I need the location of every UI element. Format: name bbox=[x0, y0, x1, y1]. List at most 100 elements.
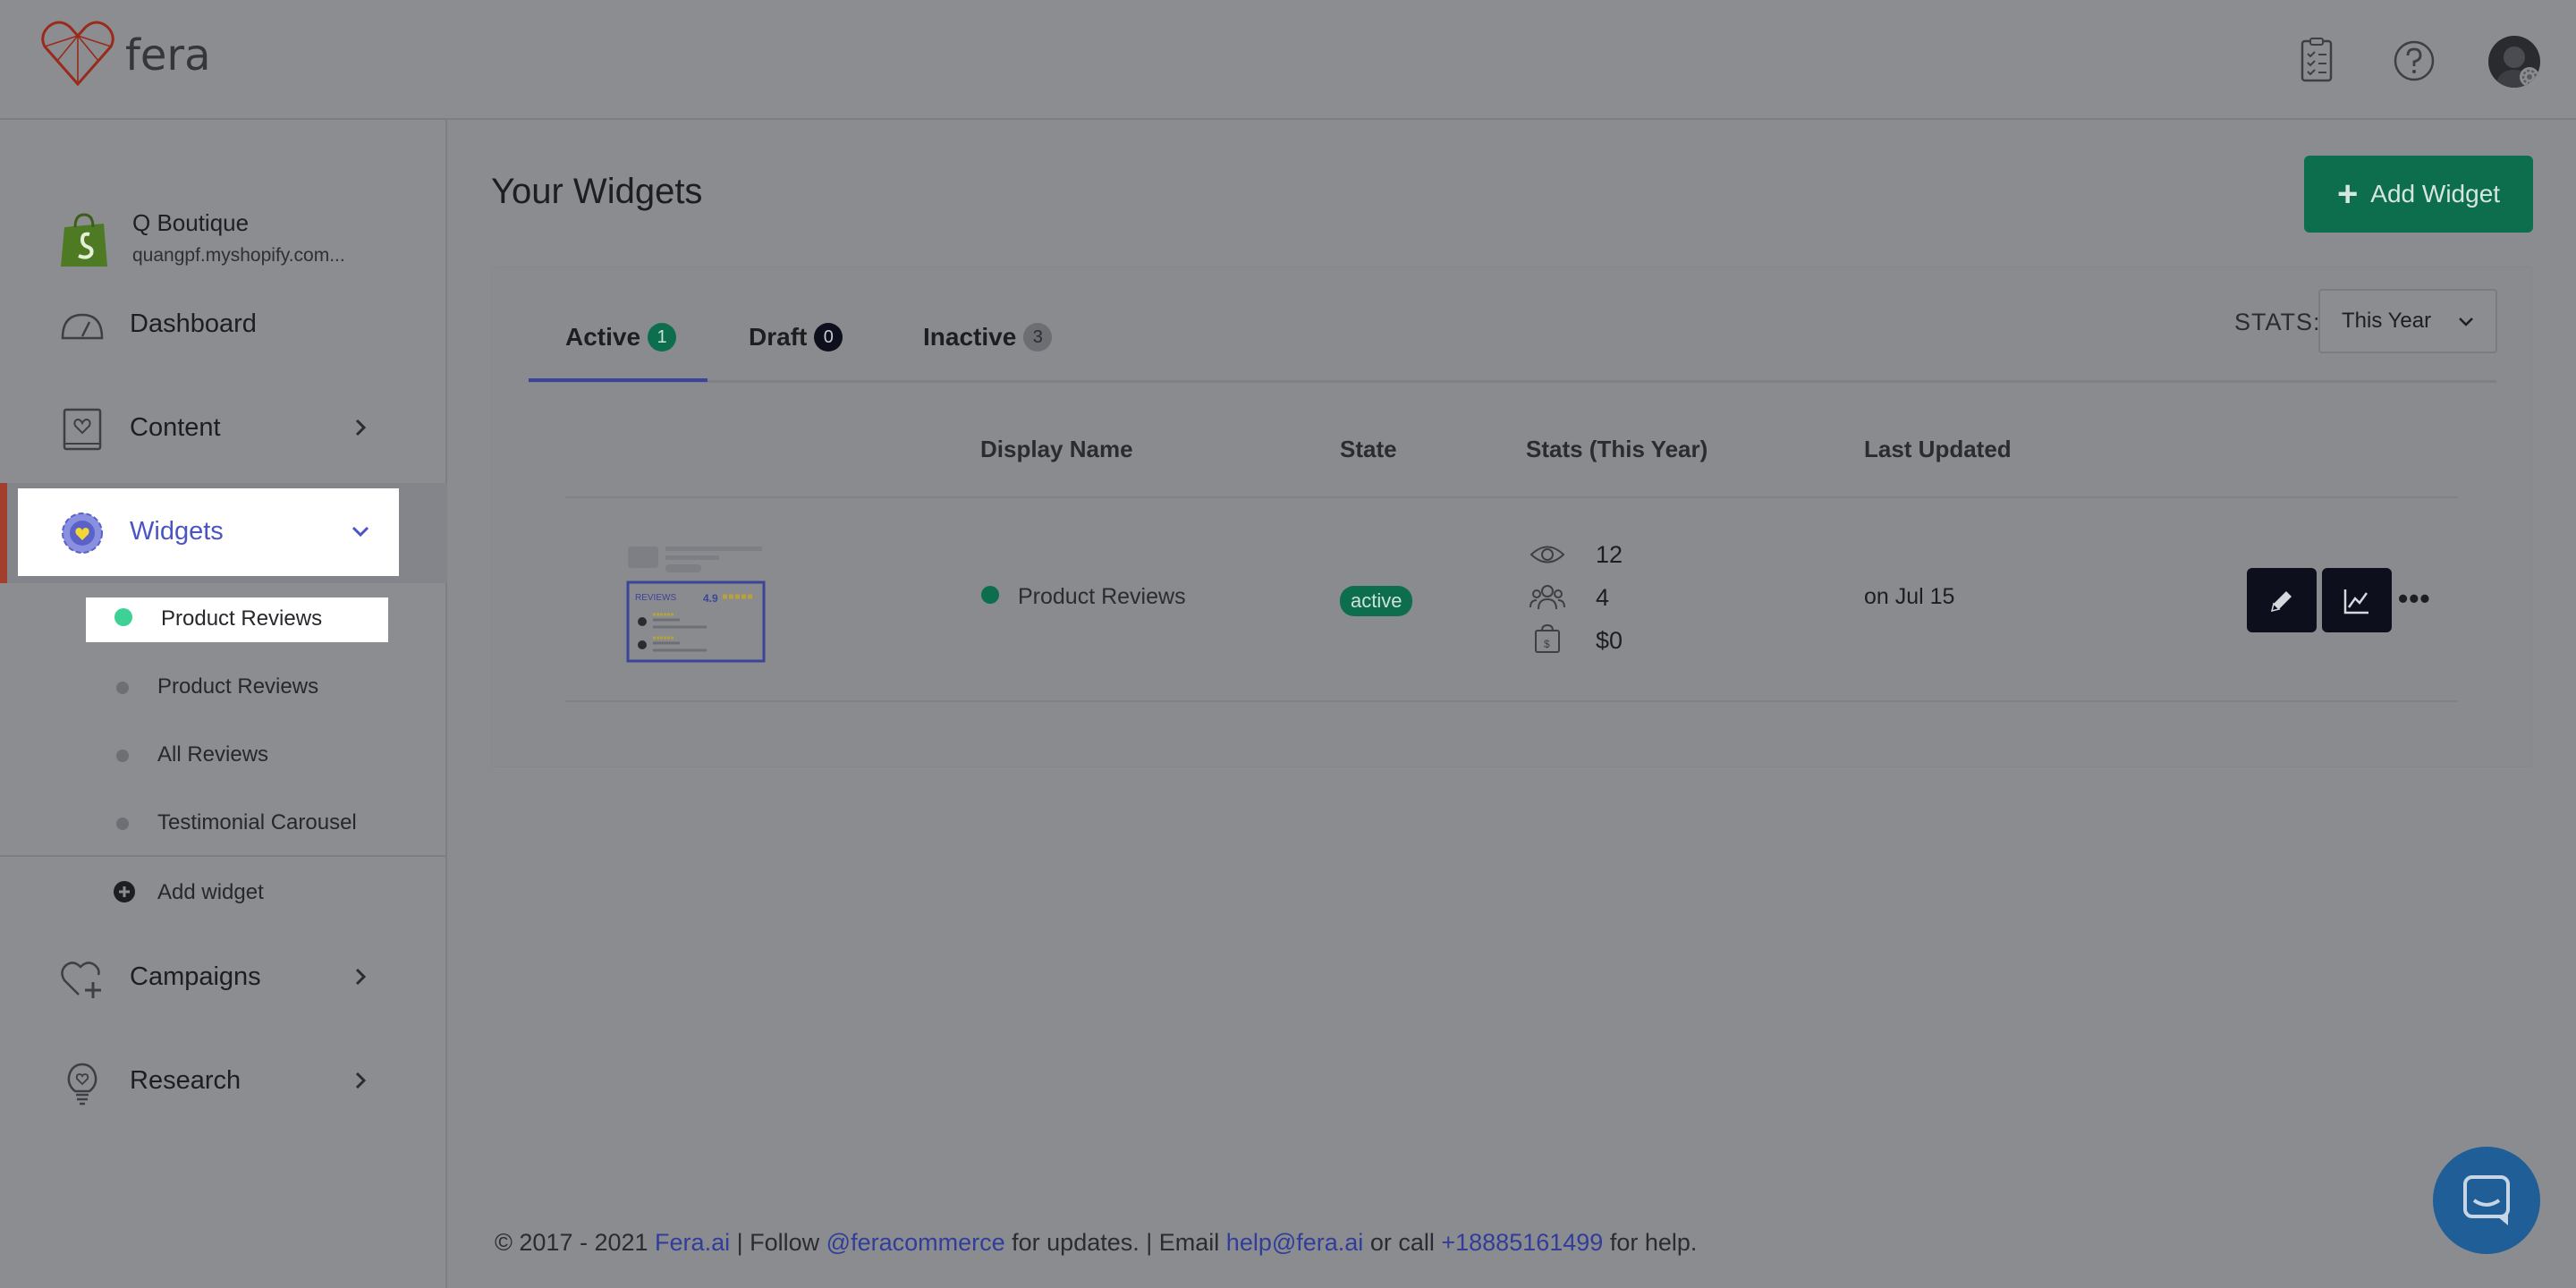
status-dot bbox=[114, 608, 132, 626]
widget-thumbnail[interactable]: REVIEWS 4.9 bbox=[626, 541, 769, 663]
sidebar-widget-all-reviews[interactable]: All Reviews bbox=[0, 733, 447, 778]
brand-name[interactable]: fera bbox=[125, 30, 211, 80]
nav-content[interactable]: Content bbox=[0, 385, 447, 472]
nav-active-indicator bbox=[0, 483, 7, 583]
stat-visitors: 4 bbox=[1596, 584, 1610, 611]
active-tab-underline bbox=[529, 378, 708, 382]
views-eye-icon bbox=[1530, 546, 1565, 564]
sidebar-divider bbox=[0, 855, 447, 857]
widgets-card: Active 1 Draft 0 Inactive 3 STATS: This … bbox=[491, 267, 2532, 767]
tab-count-badge: 3 bbox=[1023, 323, 1053, 352]
research-lightbulb-icon bbox=[67, 1063, 97, 1106]
checklist-icon[interactable] bbox=[2292, 36, 2342, 86]
footer-follow-text: | Follow bbox=[736, 1229, 820, 1256]
chevron-down-icon bbox=[2459, 318, 2473, 326]
help-icon[interactable] bbox=[2389, 36, 2439, 86]
sidebar-widget-label: Product Reviews bbox=[161, 606, 323, 631]
footer-call-text: or call bbox=[1369, 1229, 1435, 1256]
pencil-icon bbox=[2270, 591, 2292, 613]
footer-updates-text: for updates. | Email bbox=[1012, 1229, 1220, 1256]
sidebar-widget-label: All Reviews bbox=[157, 742, 269, 767]
nav-research[interactable]: Research bbox=[0, 1038, 447, 1125]
widget-display-name[interactable]: Product Reviews bbox=[1018, 584, 1186, 610]
sidebar-widget-testimonial-carousel[interactable]: Testimonial Carousel bbox=[0, 801, 447, 846]
sidebar-widget-label: Product Reviews bbox=[157, 674, 319, 699]
sidebar-widget-product-reviews-active[interactable]: Product Reviews bbox=[86, 597, 388, 642]
column-header-last-updated[interactable]: Last Updated bbox=[1864, 436, 2012, 463]
widgets-badge-icon bbox=[62, 513, 103, 554]
tab-label: Draft bbox=[749, 323, 808, 351]
last-updated: on Jul 15 bbox=[1864, 584, 1955, 609]
nav-dashboard[interactable]: Dashboard bbox=[0, 281, 447, 369]
top-header: fera bbox=[0, 0, 2576, 120]
settings-gear-icon[interactable] bbox=[2517, 64, 2540, 88]
fera-logo-icon[interactable] bbox=[39, 20, 116, 88]
store-name: Q Boutique bbox=[132, 209, 250, 236]
more-options-icon[interactable]: ••• bbox=[2398, 582, 2431, 615]
tab-inactive[interactable]: Inactive 3 bbox=[923, 323, 1053, 352]
content-book-icon bbox=[63, 408, 102, 451]
tab-count-badge: 0 bbox=[814, 323, 843, 352]
status-dot bbox=[116, 750, 129, 762]
tab-draft[interactable]: Draft 0 bbox=[749, 323, 843, 352]
stat-revenue: $0 bbox=[1596, 627, 1623, 654]
chat-launcher-button[interactable] bbox=[2433, 1147, 2540, 1254]
visitors-people-icon bbox=[1530, 585, 1565, 610]
tab-label: Active bbox=[565, 323, 641, 351]
footer: © 2017 - 2021 Fera.ai | Follow @feracomm… bbox=[495, 1229, 1697, 1257]
nav-label: Dashboard bbox=[130, 309, 257, 338]
campaigns-heart-plus-icon bbox=[61, 962, 101, 998]
stats-period-select[interactable]: This Year bbox=[2318, 289, 2497, 353]
add-widget-link[interactable]: Add widget bbox=[0, 871, 447, 916]
footer-site-link[interactable]: Fera.ai bbox=[655, 1229, 730, 1256]
footer-copyright: © 2017 - 2021 bbox=[495, 1229, 648, 1256]
nav-label: Campaigns bbox=[130, 962, 261, 991]
page-title: Your Widgets bbox=[491, 172, 703, 211]
stats-label: STATS: bbox=[2234, 309, 2321, 335]
shopify-bag-icon bbox=[61, 213, 107, 267]
status-dot bbox=[116, 818, 129, 830]
footer-help-text: for help. bbox=[1609, 1229, 1698, 1256]
nav-label: Content bbox=[130, 413, 221, 442]
column-header-stats[interactable]: Stats (This Year) bbox=[1526, 436, 1707, 463]
line-chart-icon bbox=[2343, 589, 2368, 614]
nav-widgets[interactable]: Widgets bbox=[18, 488, 399, 576]
add-widget-label: Add widget bbox=[157, 880, 264, 904]
sidebar-widget-label: Testimonial Carousel bbox=[157, 810, 357, 835]
thumb-reviews-label: REVIEWS bbox=[635, 593, 676, 603]
chevron-right-icon bbox=[355, 419, 367, 436]
analytics-button[interactable] bbox=[2322, 568, 2392, 632]
chevron-right-icon bbox=[355, 1072, 367, 1089]
column-header-display-name[interactable]: Display Name bbox=[980, 436, 1133, 463]
footer-email-link[interactable]: help@fera.ai bbox=[1226, 1229, 1364, 1256]
plus-icon: + bbox=[2336, 174, 2359, 214]
add-widget-button[interactable]: + Add Widget bbox=[2304, 156, 2533, 233]
tab-bar-rule bbox=[529, 380, 2496, 383]
status-dot bbox=[981, 586, 999, 604]
sidebar: Q Boutique quangpf.myshopify.com... Dash… bbox=[0, 120, 447, 1288]
nav-campaigns[interactable]: Campaigns bbox=[0, 934, 447, 1021]
edit-button[interactable] bbox=[2247, 568, 2317, 632]
table-header-rule bbox=[565, 496, 2458, 498]
state-badge: active bbox=[1340, 586, 1413, 616]
table-row-rule bbox=[565, 700, 2458, 702]
nav-label: Research bbox=[130, 1066, 242, 1095]
stat-views: 12 bbox=[1596, 541, 1623, 568]
add-widget-button-label: Add Widget bbox=[2370, 180, 2501, 208]
status-dot bbox=[116, 682, 129, 694]
column-header-state[interactable]: State bbox=[1340, 436, 1397, 463]
chevron-down-icon bbox=[352, 526, 369, 538]
revenue-bag-icon: $ bbox=[1535, 623, 1560, 653]
sidebar-widget-product-reviews[interactable]: Product Reviews bbox=[0, 665, 447, 710]
footer-handle-link[interactable]: @feracommerce bbox=[826, 1229, 1005, 1256]
tab-active[interactable]: Active 1 bbox=[565, 323, 677, 352]
chat-bubble-icon bbox=[2463, 1175, 2510, 1225]
nav-label: Widgets bbox=[130, 517, 224, 546]
tab-count-badge: 1 bbox=[648, 323, 677, 352]
stats-period-value: This Year bbox=[2342, 309, 2432, 333]
store-domain: quangpf.myshopify.com... bbox=[132, 245, 345, 266]
footer-phone-link[interactable]: +18885161499 bbox=[1441, 1229, 1603, 1256]
chevron-right-icon bbox=[355, 968, 367, 986]
dashboard-gauge-icon bbox=[61, 313, 104, 340]
user-avatar[interactable] bbox=[2488, 36, 2540, 88]
